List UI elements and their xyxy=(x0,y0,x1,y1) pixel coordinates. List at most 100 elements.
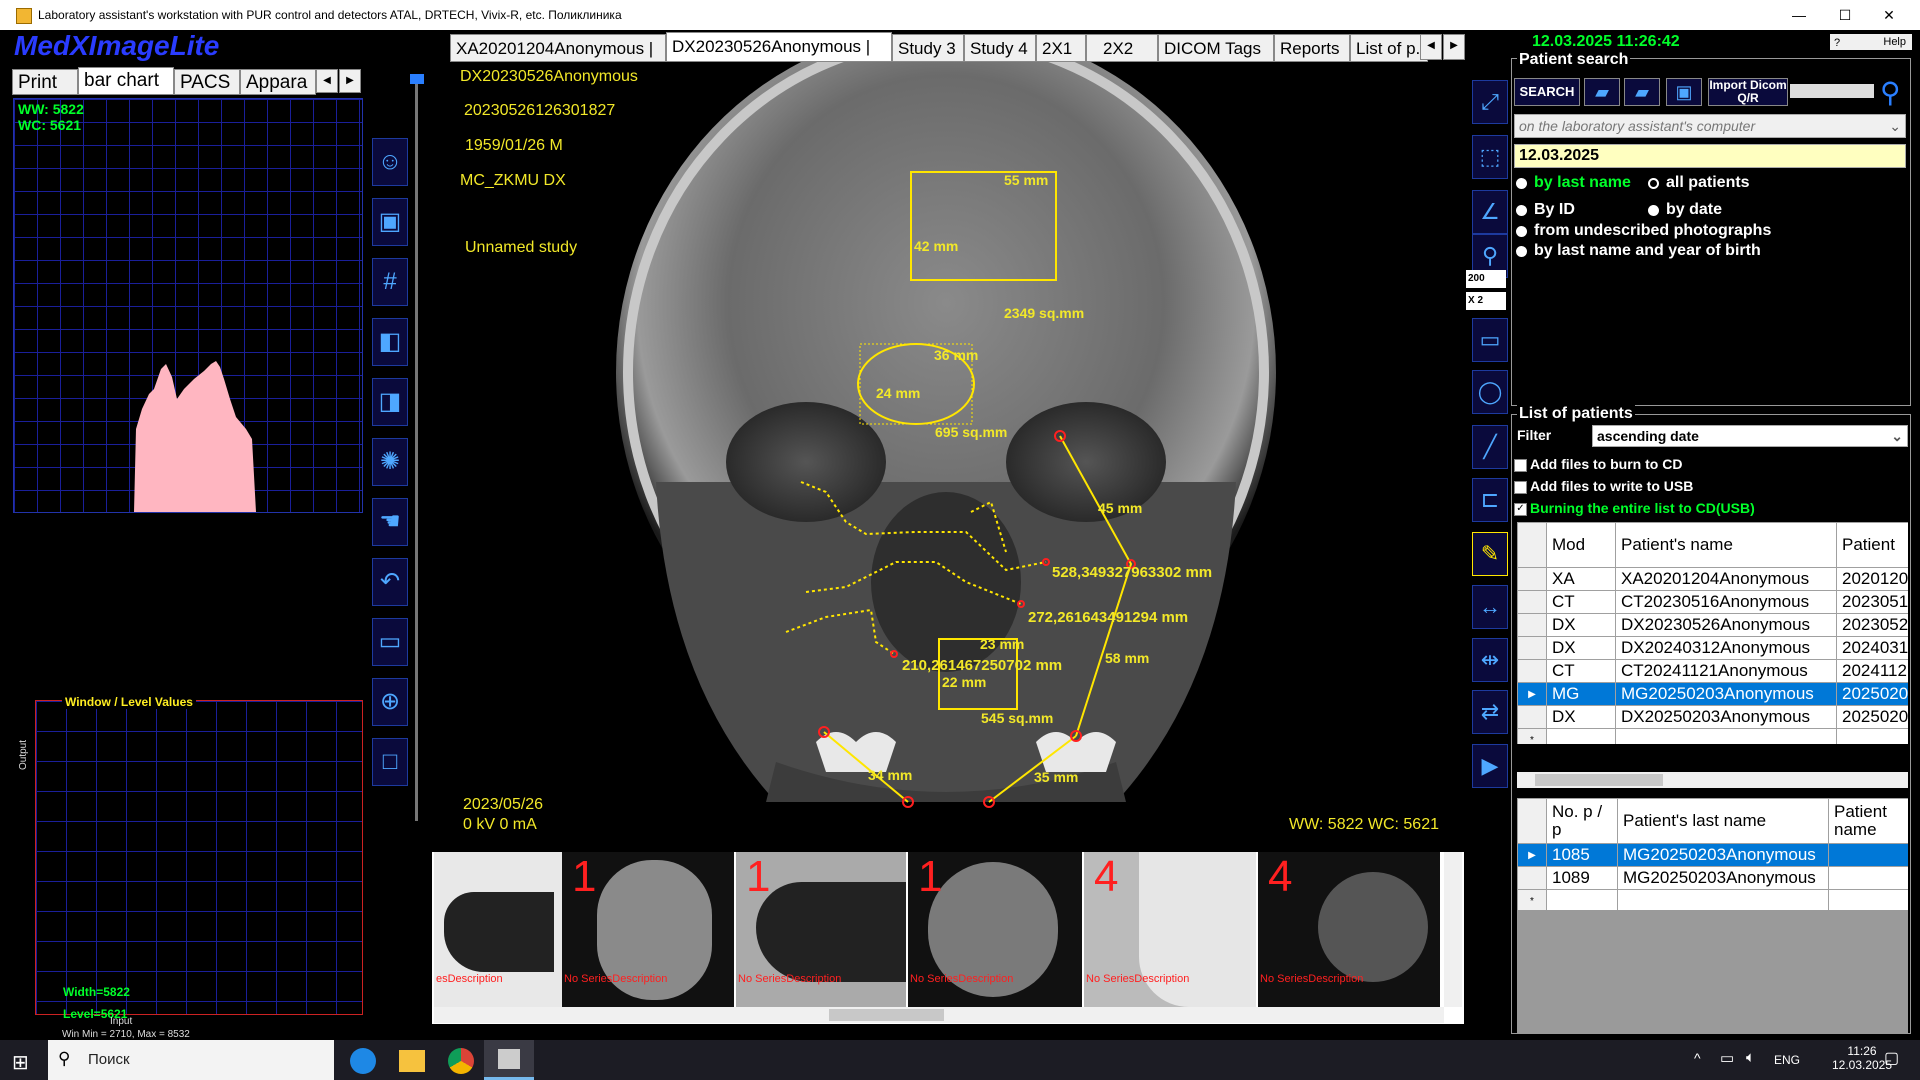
filter-select[interactable]: ascending date ⌄ xyxy=(1592,425,1908,447)
tab-study-dx[interactable]: DX20230526Anonymous | xyxy=(666,32,892,62)
table-row-selected[interactable]: ▶ 1085 MG20250203Anonymous xyxy=(1517,843,1908,867)
table-row-new[interactable]: * xyxy=(1517,728,1908,744)
thumbnail-vertical-scrollbar[interactable] xyxy=(1444,852,1462,1007)
pencil-icon[interactable]: ✎ xyxy=(1472,532,1508,576)
tab-study-3[interactable]: Study 3 xyxy=(892,34,964,62)
screen-icon[interactable]: □ xyxy=(372,738,408,786)
thumbnail[interactable]: 1 No SeriesDescription xyxy=(562,852,734,1007)
thumbnail[interactable]: 4 No SeriesDescription xyxy=(1084,852,1256,1007)
help-button[interactable]: ? Help xyxy=(1830,34,1912,50)
zoom-select[interactable]: 200 xyxy=(1466,270,1506,288)
radio-by-last-name[interactable] xyxy=(1516,178,1527,189)
taskbar-search[interactable]: ⚲ Поиск xyxy=(48,1040,334,1080)
tab-study-4[interactable]: Study 4 xyxy=(964,34,1036,62)
network-icon[interactable]: ▭ xyxy=(1720,1049,1734,1067)
column-header-patient-name[interactable]: Patient's name xyxy=(1615,522,1837,568)
thumbnail[interactable]: esDescription xyxy=(434,852,562,1007)
frame-slider-track[interactable] xyxy=(415,76,418,821)
angle-icon[interactable]: ∠ xyxy=(1472,190,1508,234)
tab-scroll-right-button[interactable]: ▶ xyxy=(339,69,361,93)
tab-print[interactable]: Print xyxy=(12,69,78,95)
volume-icon[interactable]: 🔈︎ xyxy=(1746,1049,1755,1066)
patients-horizontal-scrollbar[interactable] xyxy=(1517,772,1908,788)
save-disk-icon[interactable]: ▣ xyxy=(1666,78,1702,106)
table-row[interactable]: CT CT20241121Anonymous 2024112 xyxy=(1517,659,1908,683)
play-pause-icon[interactable]: ▶ xyxy=(1472,744,1508,788)
edge-icon[interactable] xyxy=(350,1048,376,1074)
tab-scroll-left-button[interactable]: ◀ xyxy=(316,69,338,93)
tab-dicom-tags[interactable]: DICOM Tags xyxy=(1158,34,1274,62)
maximize-button[interactable]: ☐ xyxy=(1822,0,1868,30)
split-icon[interactable]: ⇹ xyxy=(1472,638,1508,682)
thumbnail[interactable]: 1 No SeriesDescription xyxy=(736,852,906,1007)
language-indicator[interactable]: ENG xyxy=(1774,1053,1800,1067)
search-input[interactable] xyxy=(1790,84,1874,98)
app-taskbar-icon[interactable] xyxy=(484,1040,534,1080)
thumbnail[interactable]: 1 No SeriesDescription xyxy=(908,852,1082,1007)
column-header-last-name[interactable]: Patient's last name xyxy=(1617,798,1829,844)
open-folder-icon[interactable]: ▰ xyxy=(1584,78,1620,106)
frame-icon[interactable]: ▣ xyxy=(372,198,408,246)
ruler-icon[interactable]: ▭ xyxy=(1472,318,1508,362)
tab-2x2[interactable]: 2X2 xyxy=(1086,34,1158,62)
close-button[interactable]: ✕ xyxy=(1866,0,1912,30)
flip-vertical-icon[interactable]: ◨ xyxy=(372,378,408,426)
tab-study-xa[interactable]: XA20201204Anonymous | xyxy=(450,34,666,62)
table-row[interactable]: CT CT20230516Anonymous 2023051 xyxy=(1517,590,1908,614)
brightness-icon[interactable]: ✺ xyxy=(372,438,408,486)
date-field[interactable]: 12.03.2025 xyxy=(1514,144,1906,168)
magnifier-icon[interactable]: ⊕ xyxy=(372,678,408,726)
tab-2x1[interactable]: 2X1 xyxy=(1036,34,1086,62)
image-viewer[interactable]: DX20230526Anonymous 20230526126301827 19… xyxy=(446,62,1466,847)
ellipse-icon[interactable]: ◯ xyxy=(1472,370,1508,414)
tab-bar-chart[interactable]: bar chart xyxy=(78,67,174,95)
tab-reports[interactable]: Reports xyxy=(1274,34,1350,62)
pan-hand-icon[interactable]: ☚ xyxy=(372,498,408,546)
thumbnail-horizontal-scrollbar[interactable] xyxy=(434,1007,1444,1023)
column-header-patient[interactable]: Patient xyxy=(1836,522,1908,568)
tab-pacs[interactable]: PACS xyxy=(174,69,240,95)
chrome-icon[interactable] xyxy=(448,1048,474,1074)
horizontal-arrows-icon[interactable]: ↔ xyxy=(1472,585,1508,629)
column-header-mod[interactable]: Mod xyxy=(1546,522,1616,568)
rect-measure-icon[interactable]: ⊏ xyxy=(1472,478,1508,522)
checkbox-burn-cd[interactable] xyxy=(1514,459,1527,472)
radio-last-name-year[interactable] xyxy=(1516,246,1527,257)
undo-icon[interactable]: ↶ xyxy=(372,558,408,606)
notifications-icon[interactable]: ▢ xyxy=(1884,1048,1899,1068)
minimize-button[interactable]: — xyxy=(1776,0,1822,30)
checkbox-write-usb[interactable] xyxy=(1514,481,1527,494)
folder-icon[interactable]: ▰ xyxy=(1624,78,1660,106)
column-header-no[interactable]: No. p / p xyxy=(1546,798,1618,844)
monitor-icon[interactable]: ▭ xyxy=(372,618,408,666)
tab-list-of-patients[interactable]: List of p... xyxy=(1350,34,1428,62)
search-button[interactable]: SEARCH xyxy=(1514,78,1580,106)
line-icon[interactable]: ╱ xyxy=(1472,425,1508,469)
table-row-new[interactable]: * xyxy=(1517,889,1908,910)
swap-icon[interactable]: ⇄ xyxy=(1472,690,1508,734)
table-row-selected[interactable]: ▶ MG MG20250203Anonymous 2025020 xyxy=(1517,682,1908,706)
grid-icon[interactable]: # xyxy=(372,258,408,306)
radio-undescribed[interactable] xyxy=(1516,226,1527,237)
flip-horizontal-icon[interactable]: ◧ xyxy=(372,318,408,366)
table-row[interactable]: DX DX20230526Anonymous 2023052 xyxy=(1517,613,1908,637)
multiplier-select[interactable]: X 2 xyxy=(1466,292,1506,310)
crop-icon[interactable]: ⬚ xyxy=(1472,135,1508,179)
table-row[interactable]: XA XA20201204Anonymous 2020120 xyxy=(1517,567,1908,591)
study-tabs-left-button[interactable]: ◀ xyxy=(1420,34,1442,60)
search-icon[interactable]: ⚲ xyxy=(1880,76,1901,109)
file-explorer-icon[interactable] xyxy=(399,1050,425,1072)
frame-slider-thumb[interactable] xyxy=(410,74,424,84)
tab-apparatus[interactable]: Appara xyxy=(240,69,316,95)
table-row[interactable]: DX DX20250203Anonymous 2025020 xyxy=(1517,705,1908,729)
import-dicom-button[interactable]: Import Dicom Q/R xyxy=(1708,78,1788,106)
study-tabs-right-button[interactable]: ▶ xyxy=(1443,34,1465,60)
radio-all-patients[interactable] xyxy=(1648,178,1659,189)
source-select[interactable]: on the laboratory assistant's computer ⌄ xyxy=(1514,114,1906,138)
thumbnail[interactable]: 4 No SeriesDescription xyxy=(1258,852,1440,1007)
checkbox-burn-all[interactable]: ✓ xyxy=(1514,503,1527,516)
radio-by-id[interactable] xyxy=(1516,205,1527,216)
fit-screen-icon[interactable]: ⤢ xyxy=(1472,80,1508,124)
column-header-patient-name[interactable]: Patient name xyxy=(1828,798,1908,844)
person-icon[interactable]: ☺ xyxy=(372,138,408,186)
